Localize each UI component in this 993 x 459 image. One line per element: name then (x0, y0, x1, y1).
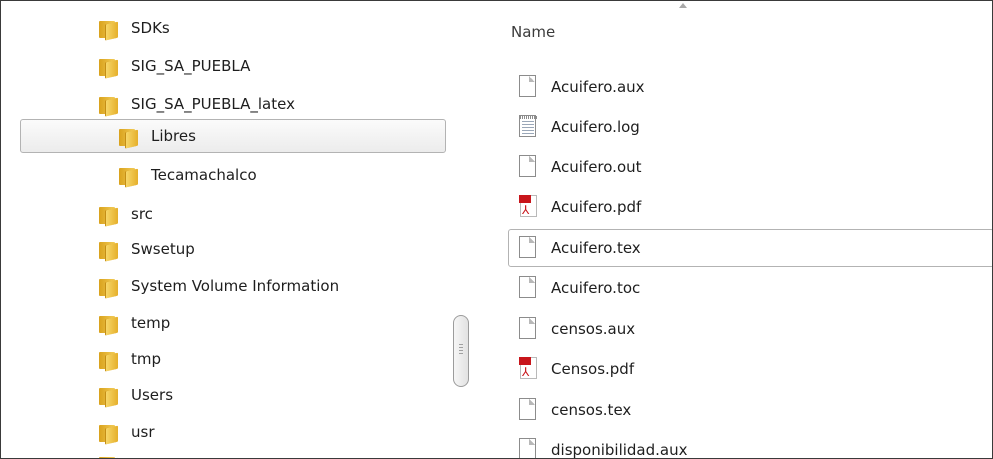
nav-item-label: Tecamachalco (151, 166, 257, 184)
document-icon (519, 276, 538, 300)
folder-icon (97, 238, 119, 262)
nav-item-system-volume-information[interactable]: System Volume Information (97, 269, 339, 303)
file-name: Censos.pdf (551, 360, 635, 378)
file-name: Acuifero.log (551, 118, 640, 136)
nav-item-sig-sa-puebla[interactable]: SIG_SA_PUEBLA (97, 49, 250, 83)
nav-item-libres[interactable]: Libres (117, 119, 196, 153)
nav-item-label: SIG_SA_PUEBLA_latex (131, 95, 295, 113)
nav-item-label: Users (131, 386, 174, 404)
folder-icon (97, 453, 119, 458)
file-name: Acuifero.pdf (551, 198, 642, 216)
document-icon (519, 75, 538, 99)
folder-icon (97, 275, 119, 299)
file-row[interactable]: ⅄ Acuifero.pdf (478, 188, 992, 226)
nav-item-src[interactable]: src (97, 197, 153, 231)
file-row[interactable]: Acuifero.out (478, 148, 992, 186)
navigation-pane: SDKs SIG_SA_PUEBLA SIG_SA_PUEBLA_latex L… (1, 1, 477, 458)
log-file-icon (519, 115, 538, 139)
file-list-pane: Name Acuifero.aux Acuifero.log Acuifero.… (478, 1, 992, 458)
document-icon (519, 155, 538, 179)
document-icon (519, 438, 538, 458)
nav-item-label: Libres (151, 127, 196, 145)
file-row[interactable]: censos.tex (478, 391, 992, 429)
column-header-label: Name (511, 23, 556, 41)
file-row[interactable]: Acuifero.log (478, 108, 992, 146)
nav-item-label: SDKs (131, 19, 170, 37)
nav-item-swsetup[interactable]: Swsetup (97, 232, 195, 266)
folder-icon (97, 384, 119, 408)
folder-icon (97, 17, 119, 41)
column-header-name[interactable]: Name (478, 1, 992, 53)
scrollbar-grip-icon (459, 344, 463, 356)
file-row[interactable]: Acuifero.toc (478, 269, 992, 307)
folder-icon (97, 312, 119, 336)
folder-icon (97, 348, 119, 372)
nav-item-users[interactable]: Users (97, 378, 173, 412)
file-name: Acuifero.toc (551, 279, 641, 297)
nav-item-label: tmp (131, 350, 162, 368)
file-row[interactable]: censos.aux (478, 310, 992, 348)
file-name: Acuifero.out (551, 158, 642, 176)
file-row[interactable]: disponibilidad.aux (478, 431, 992, 458)
nav-item-label: SIG_SA_PUEBLA (131, 57, 251, 75)
document-icon (519, 236, 538, 260)
nav-item-tecamachalco[interactable]: Tecamachalco (117, 158, 257, 192)
document-icon (519, 317, 538, 341)
nav-item-tmp[interactable]: tmp (97, 342, 161, 376)
nav-item-temp[interactable]: temp (97, 306, 170, 340)
folder-icon (117, 125, 139, 149)
nav-item-partial[interactable] (97, 447, 131, 458)
file-name: censos.aux (551, 320, 636, 338)
file-row-selected[interactable]: Acuifero.tex (478, 229, 992, 267)
file-row[interactable]: Acuifero.aux (478, 68, 992, 106)
folder-icon (97, 93, 119, 117)
file-name: disponibilidad.aux (551, 441, 688, 458)
nav-item-sig-sa-puebla-latex[interactable]: SIG_SA_PUEBLA_latex (97, 87, 295, 121)
folder-icon (97, 203, 119, 227)
explorer-window: SDKs SIG_SA_PUEBLA SIG_SA_PUEBLA_latex L… (0, 0, 993, 459)
document-icon (519, 398, 538, 422)
file-name: censos.tex (551, 401, 632, 419)
nav-scrollbar[interactable] (453, 1, 471, 458)
file-name: Acuifero.tex (551, 239, 641, 257)
nav-item-label: usr (131, 423, 155, 441)
nav-item-label: Swsetup (131, 240, 195, 258)
pdf-icon: ⅄ (519, 195, 538, 219)
folder-icon (117, 164, 139, 188)
sort-ascending-icon (679, 3, 687, 8)
nav-item-label: System Volume Information (131, 277, 340, 295)
pdf-icon: ⅄ (519, 357, 538, 381)
nav-item-label: src (131, 205, 153, 223)
nav-item-usr[interactable]: usr (97, 415, 155, 449)
folder-icon (97, 421, 119, 445)
folder-icon (97, 55, 119, 79)
selection-highlight (20, 119, 446, 153)
file-name: Acuifero.aux (551, 78, 645, 96)
file-row[interactable]: ⅄ Censos.pdf (478, 350, 992, 388)
nav-item-label: temp (131, 314, 171, 332)
nav-item-sdks[interactable]: SDKs (97, 11, 170, 45)
